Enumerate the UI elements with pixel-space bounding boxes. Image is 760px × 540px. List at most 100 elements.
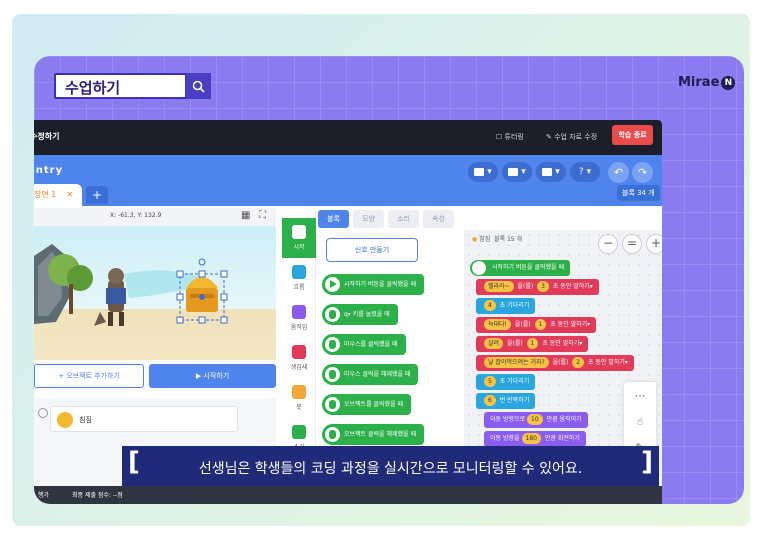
category-icon <box>292 345 306 359</box>
palette-block[interactable]: 오브젝트를 클릭했을 때 <box>322 394 412 415</box>
search-button[interactable] <box>186 73 211 99</box>
zoom-in-button[interactable]: + <box>646 234 662 254</box>
script-block[interactable]: 날 잡아먹으려는 거지? 을(를) 2 초 동안 말하기▾ <box>476 355 634 371</box>
script-block-value[interactable]: 4 <box>484 300 496 311</box>
mouse-icon <box>325 427 340 442</box>
save-dropdown[interactable]: ▾ <box>536 162 566 182</box>
stage-actions: + 오브젝트 추가하기 ▶ 시작하기 <box>34 364 276 390</box>
final-score: 최종 제출 점수: --점 <box>72 492 123 499</box>
palette-block[interactable]: 마우스를 클릭했을 때 <box>322 334 406 355</box>
close-icon[interactable]: ✕ <box>66 190 73 199</box>
file-dropdown[interactable]: ▾ <box>502 162 532 182</box>
palette-block[interactable]: 시작하기 버튼을 클릭했을 때 <box>322 274 424 295</box>
palette-block-label: 오브젝트를 클릭했을 때 <box>344 401 404 408</box>
script-block[interactable]: 늑대다! 을(를) 1 초 동안 말하기▾ <box>476 317 597 333</box>
exit-lesson-button[interactable]: 학습 종료 <box>612 125 653 145</box>
script-block-text[interactable]: 헬라라~ <box>484 281 514 292</box>
script-block-value[interactable]: 1 <box>526 338 539 349</box>
play-icon <box>325 277 340 292</box>
script-block-text: 을(를) <box>515 283 536 290</box>
script-block-text[interactable]: 날 잡아먹으려는 거지? <box>484 357 549 368</box>
mouse-icon <box>325 337 340 352</box>
category-icon <box>292 225 306 239</box>
script-block[interactable]: 헬라라~ 을(를) 3 초 동안 말하기▾ <box>476 279 599 295</box>
script-block-value[interactable]: 5 <box>484 376 496 387</box>
zoom-out-button[interactable]: − <box>598 234 618 254</box>
category-icon <box>292 425 306 439</box>
palette-block-label: 마우스를 클릭했을 때 <box>344 341 398 348</box>
script-block-value[interactable]: 180 <box>521 433 541 444</box>
tab-blocks[interactable]: 블록 <box>318 210 349 228</box>
palette-block[interactable]: 오브젝트 클릭을 해제했을 때 <box>322 424 424 445</box>
object-icon: ● <box>472 236 478 243</box>
category-label: 흐름 <box>293 284 305 291</box>
page-background: 수업하기 Mirae N 수정하기 ☐ 튜터링 ✎ 수업 자료 수정 학습 종료… <box>12 14 750 526</box>
search-title: 수업하기 <box>65 79 121 97</box>
script-block-count: 블록 15 개 <box>494 236 523 243</box>
chevron-down-icon: ▾ <box>521 167 526 177</box>
more-icon[interactable]: ⋯ <box>632 388 648 404</box>
stage-canvas[interactable] <box>34 226 276 360</box>
script-block[interactable]: 살려 을(를) 1 초 동안 말하기▾ <box>476 336 589 352</box>
entry-brand: entry <box>34 165 64 176</box>
script-block-text: 만큼 움직이기 <box>544 416 582 423</box>
visibility-icon[interactable] <box>38 408 48 418</box>
add-object-button[interactable]: + 오브젝트 추가하기 <box>34 364 144 388</box>
script-block-value[interactable]: 2 <box>572 357 585 368</box>
category-4[interactable]: 생김새 <box>282 338 316 378</box>
fullscreen-icon[interactable]: ⛶ <box>259 210 266 221</box>
script-block-value[interactable]: 1 <box>534 319 547 330</box>
category-2[interactable]: 흐름 <box>282 258 316 298</box>
script-block-text[interactable]: 늑대다! <box>484 319 511 330</box>
script-block-value[interactable]: 3 <box>537 281 549 292</box>
category-5[interactable]: 붓 <box>282 378 316 418</box>
script-block-text: 초 기다리기 <box>497 378 530 385</box>
start-button[interactable]: ▶ 시작하기 <box>149 364 276 388</box>
script-block-value[interactable]: 10 <box>527 414 543 425</box>
redo-button[interactable]: ↷ <box>632 162 653 183</box>
make-signal-button[interactable]: 신호 만들기 <box>326 238 418 262</box>
zoom-reset-button[interactable]: = <box>622 234 642 254</box>
chevron-down-icon: ▾ <box>555 167 560 177</box>
category-3[interactable]: 움직임 <box>282 298 316 338</box>
undo-button[interactable]: ↶ <box>608 162 629 183</box>
script-block[interactable]: 4 초 기다리기 <box>476 298 536 314</box>
search-icon <box>192 80 205 93</box>
add-scene-button[interactable]: + <box>86 186 108 204</box>
palette-block[interactable]: 마우스 클릭을 해제했을 때 <box>322 364 419 385</box>
script-block-text: 을(를) <box>505 340 525 347</box>
mode-dropdown[interactable]: ▾ <box>468 162 498 182</box>
category-label: 움직임 <box>290 324 308 331</box>
script-block[interactable]: 5 초 기다리기 <box>476 374 536 390</box>
category-label: 붓 <box>296 404 302 411</box>
lesson-card: 수업하기 Mirae N 수정하기 ☐ 튜터링 ✎ 수업 자료 수정 학습 종료… <box>34 56 744 504</box>
file-icon <box>508 168 519 176</box>
hand-icon[interactable]: ☝ <box>632 414 648 430</box>
app-titlebar: 수정하기 ☐ 튜터링 ✎ 수업 자료 수정 학습 종료 <box>34 120 662 155</box>
script-block-value[interactable]: 6 <box>484 395 496 406</box>
script-block[interactable]: 이동 방향을 180 만큼 회전하기 <box>484 431 586 447</box>
tab-scene-1[interactable]: 장면 1 ✕ <box>34 184 82 206</box>
tutoring-link[interactable]: ☐ 튜터링 <box>496 132 524 142</box>
category-icon <box>292 385 306 399</box>
edit-material-link[interactable]: ✎ 수업 자료 수정 <box>546 132 597 142</box>
category-1[interactable]: 시작 <box>282 218 316 258</box>
object-row[interactable]: 침짐 <box>50 406 238 432</box>
chevron-down-icon: ▾ <box>487 167 492 177</box>
palette-block[interactable]: q▾ 키를 눌렀을 때 <box>322 304 398 325</box>
script-block-label: 시작하기 버튼을 클릭했을 때 <box>492 264 564 271</box>
grid-icon[interactable]: ▦ <box>241 210 250 221</box>
scene-tab-label: 장면 1 <box>34 190 57 199</box>
help-dropdown[interactable]: ? ▾ <box>570 162 600 182</box>
tab-properties[interactable]: 속성 <box>423 210 454 228</box>
script-block-text[interactable]: 살려 <box>484 338 504 349</box>
caption-bracket-right: ] <box>641 447 653 477</box>
script-block[interactable]: 6 번 반복하기 <box>476 393 536 409</box>
palette-block-label: 마우스 클릭을 해제했을 때 <box>344 371 411 378</box>
tab-sounds[interactable]: 소리 <box>388 210 419 228</box>
tab-shapes[interactable]: 모양 <box>353 210 384 228</box>
lesson-search-box[interactable]: 수업하기 <box>54 73 211 99</box>
script-block-text: 을(를) <box>512 321 533 328</box>
script-block[interactable]: 시작하기 버튼을 클릭했을 때 <box>470 260 570 276</box>
script-block[interactable]: 이동 방향으로 10 만큼 움직이기 <box>484 412 588 428</box>
